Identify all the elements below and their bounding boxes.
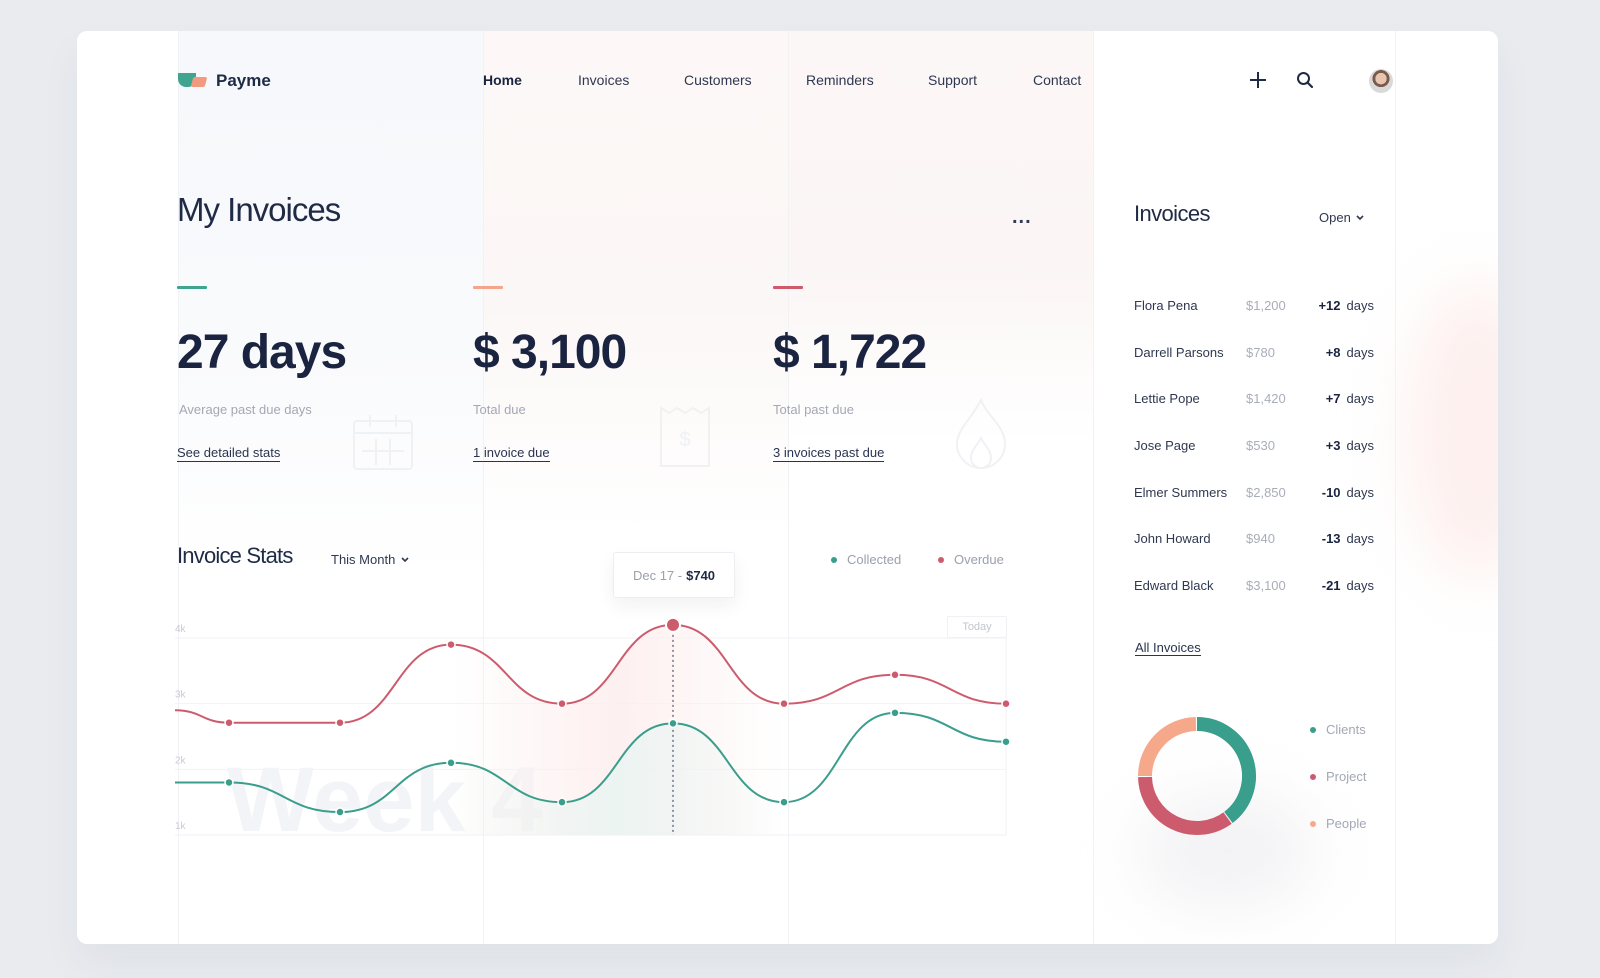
legend-dot xyxy=(1310,726,1316,733)
days-delta: +3 xyxy=(1325,437,1341,453)
days-delta: -13 xyxy=(1321,531,1341,547)
y-tick-label: 4k xyxy=(175,624,187,635)
chart-tooltip: Dec 17 - $740 xyxy=(613,552,735,598)
days-unit: days xyxy=(1346,297,1374,313)
overdue-point[interactable] xyxy=(779,698,789,709)
invoice-row[interactable]: Edward Black $3,100 -21 days xyxy=(1134,562,1374,609)
collected-point[interactable] xyxy=(335,807,345,817)
overdue-point[interactable] xyxy=(224,717,234,728)
invoice-row[interactable]: Jose Page $530 +3 days xyxy=(1134,422,1374,469)
legend-label: People xyxy=(1326,816,1367,831)
days-delta: +8 xyxy=(1325,344,1341,360)
donut-legend-project: Project xyxy=(1310,769,1366,784)
invoices-panel-title: Invoices xyxy=(1134,201,1211,226)
collected-point[interactable] xyxy=(446,758,456,768)
collected-point[interactable] xyxy=(890,708,900,718)
y-tick-label: 2k xyxy=(175,755,187,766)
days-delta: -21 xyxy=(1321,577,1341,593)
y-tick-label: 1k xyxy=(175,821,187,832)
y-tick-label: 3k xyxy=(175,690,187,701)
legend-dot xyxy=(1310,773,1316,780)
customer-name: Edward Black xyxy=(1134,577,1214,593)
days-unit: days xyxy=(1346,531,1374,547)
legend-label: Project xyxy=(1326,769,1367,784)
customer-name: Jose Page xyxy=(1134,437,1196,453)
collected-point[interactable] xyxy=(668,718,678,729)
invoice-row[interactable]: Lettie Pope $1,420 +7 days xyxy=(1134,375,1374,422)
invoice-row[interactable]: Flora Pena $1,200 +12 days xyxy=(1134,282,1374,329)
days-unit: days xyxy=(1346,437,1374,453)
customer-name: Lettie Pope xyxy=(1134,391,1200,407)
invoice-amount: $1,200 xyxy=(1246,297,1286,313)
invoice-status-dropdown[interactable]: Open xyxy=(1319,210,1364,225)
tooltip-value: $740 xyxy=(686,567,716,583)
dashboard-card: Payme Home Invoices Customers Reminders … xyxy=(77,31,1498,944)
overdue-point[interactable] xyxy=(446,639,456,650)
customer-name: Elmer Summers xyxy=(1134,484,1228,500)
days-delta: +12 xyxy=(1318,297,1341,313)
days-unit: days xyxy=(1346,484,1374,500)
invoice-list: Flora Pena $1,200 +12 days Darrell Parsons $… xyxy=(1134,282,1374,609)
chevron-down-icon xyxy=(1356,214,1364,220)
donut-segment-clients[interactable] xyxy=(1196,717,1256,824)
overdue-point[interactable] xyxy=(890,670,900,680)
customer-name: John Howard xyxy=(1134,531,1211,547)
invoice-amount: $3,100 xyxy=(1246,577,1286,593)
legend-dot xyxy=(1310,820,1316,827)
today-marker: Today xyxy=(947,616,1007,638)
overdue-point[interactable] xyxy=(557,698,567,709)
collected-point[interactable] xyxy=(779,797,789,807)
invoice-amount: $2,850 xyxy=(1246,484,1286,500)
days-delta: -10 xyxy=(1321,484,1341,500)
days-unit: days xyxy=(1346,577,1374,593)
invoice-row[interactable]: John Howard $940 -13 days xyxy=(1134,515,1374,562)
days-delta: +7 xyxy=(1325,391,1341,407)
donut-segment-project[interactable] xyxy=(1138,776,1232,835)
all-invoices-link[interactable]: All Invoices xyxy=(1135,640,1201,656)
tooltip-date: Dec 17 - xyxy=(632,567,683,583)
collected-point[interactable] xyxy=(1001,737,1011,747)
donut-legend-clients: Clients xyxy=(1310,722,1366,737)
invoice-row[interactable]: Elmer Summers $2,850 -10 days xyxy=(1134,469,1374,516)
invoice-amount: $940 xyxy=(1246,531,1275,547)
customer-name: Darrell Parsons xyxy=(1134,344,1224,360)
overdue-point[interactable] xyxy=(335,717,345,728)
invoice-row[interactable]: Darrell Parsons $780 +8 days xyxy=(1134,329,1374,376)
days-unit: days xyxy=(1346,391,1374,407)
invoice-amount: $530 xyxy=(1246,437,1275,453)
days-unit: days xyxy=(1346,344,1374,360)
invoice-amount: $1,420 xyxy=(1246,391,1286,407)
status-value: Open xyxy=(1319,210,1351,225)
collected-point[interactable] xyxy=(557,797,567,807)
invoice-category-donut xyxy=(1138,717,1256,835)
invoice-amount: $780 xyxy=(1246,344,1275,360)
donut-segment-people[interactable] xyxy=(1138,717,1197,777)
collected-point[interactable] xyxy=(224,777,234,788)
legend-label: Clients xyxy=(1326,722,1366,737)
customer-name: Flora Pena xyxy=(1134,297,1198,313)
donut-legend-people: People xyxy=(1310,816,1366,831)
overdue-point[interactable] xyxy=(665,616,681,633)
overdue-point[interactable] xyxy=(1001,698,1011,709)
